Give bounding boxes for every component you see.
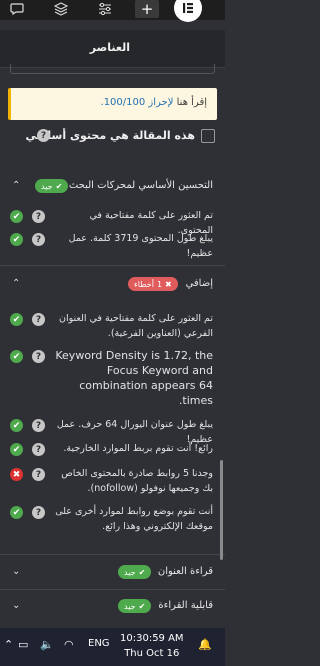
section-additional-header[interactable]: ⌃ ✖ 1 أخطاء إضافي <box>0 276 225 296</box>
result-item: ✔ ? تم العثور على كلمة مفتاحية في المحتو… <box>0 208 225 236</box>
status-badge: جيد ✔ <box>118 599 152 613</box>
error-badge: ✖ 1 أخطاء <box>128 277 178 291</box>
divider <box>0 554 225 555</box>
notice-text: إقرأ هنا لإحراز 100/100. <box>101 97 208 108</box>
add-element-button[interactable]: + <box>135 0 159 18</box>
clock-time: 10:30:59 AM <box>120 633 184 644</box>
status-badge: جيد ✔ <box>118 565 152 579</box>
panel-header: العناصر <box>0 30 225 68</box>
result-text: Keyword Density is 1.72, the Focus Keywo… <box>55 349 213 407</box>
error-icon: ✖ <box>10 468 23 481</box>
result-item: ✖ ? وجدنا 5 روابط صادرة بالمحتوى الخاص ب… <box>0 466 225 496</box>
help-icon[interactable]: ? <box>32 313 45 326</box>
help-icon[interactable]: ? <box>32 443 45 456</box>
check-icon: ✔ <box>10 210 23 223</box>
chevron-up-icon: ⌃ <box>12 180 21 191</box>
help-icon[interactable]: ? <box>32 419 45 432</box>
result-item: ✔ ? تم العثور على كلمة مفتاحية في العنوا… <box>0 311 225 341</box>
result-text: رائع! أنت تقوم بربط الموارد الخارجية. <box>63 443 213 454</box>
chevron-down-icon: ⌄ <box>12 600 21 611</box>
battery-icon[interactable]: ▭ <box>18 638 28 651</box>
chevron-down-icon: ⌄ <box>12 566 21 577</box>
check-icon: ✔ <box>10 350 23 363</box>
divider <box>0 265 225 266</box>
language-indicator[interactable]: ENG <box>88 638 110 649</box>
result-item: ✔ ? Keyword Density is 1.72, the Focus K… <box>0 348 225 410</box>
plus-icon: + <box>140 0 154 18</box>
section-title: قراءة العنوان <box>157 566 213 577</box>
cornerstone-checkbox[interactable] <box>201 129 215 143</box>
error-icon: ✖ <box>165 279 172 289</box>
check-icon: ✔ <box>10 419 23 432</box>
result-text: أنت تقوم بوضع روابط لموارد أخرى على موقع… <box>55 506 213 532</box>
check-icon: ✔ <box>138 567 146 577</box>
status-badge: جيد ✔ <box>35 179 69 193</box>
sliders-icon[interactable] <box>94 0 116 18</box>
help-icon[interactable]: ? <box>32 468 45 481</box>
help-icon[interactable]: ? <box>32 233 45 246</box>
section-title: قابلية القراءة <box>158 600 213 611</box>
result-item: ✔ ? رائع! أنت تقوم بربط الموارد الخارجية… <box>0 441 225 457</box>
clock-date: Thu Oct 16 <box>124 648 180 659</box>
chevron-up-icon: ⌃ <box>12 278 21 289</box>
wifi-icon[interactable]: ◠ <box>64 638 74 651</box>
check-icon: ✔ <box>10 443 23 456</box>
help-icon[interactable]: ? <box>32 350 45 363</box>
top-toolbar: + <box>0 0 225 22</box>
help-icon[interactable]: ? <box>32 210 45 223</box>
result-text: يبلغ طول المحتوى 3719 كلمة. عمل عظيم! <box>68 233 213 259</box>
layers-icon[interactable] <box>50 0 72 18</box>
divider <box>0 589 225 590</box>
notice-link[interactable]: لإحراز 100/100. <box>101 97 174 108</box>
check-icon: ✔ <box>55 181 63 191</box>
notice-prefix: إقرأ هنا <box>176 97 207 108</box>
os-taskbar: ⌃ ▭ 🔈 ◠ ENG 10:30:59 AM Thu Oct 16 🔔 <box>0 628 225 666</box>
check-icon: ✔ <box>10 506 23 519</box>
check-icon: ✔ <box>138 601 146 611</box>
cornerstone-label: هذه المقالة هي محتوى أساسي <box>25 129 195 142</box>
result-text: وجدنا 5 روابط صادرة بالمحتوى الخاص بك وج… <box>61 468 213 494</box>
speaker-icon[interactable]: 🔈 <box>40 638 54 651</box>
section-readability-header[interactable]: ⌄ جيد ✔ قابلية القراءة <box>0 598 225 618</box>
comment-icon[interactable] <box>6 0 28 18</box>
clock[interactable]: 10:30:59 AM Thu Oct 16 <box>120 631 184 661</box>
score-notice: إقرأ هنا لإحراز 100/100. <box>8 88 217 120</box>
notification-bell-icon[interactable]: 🔔 <box>198 638 212 651</box>
panel-scrollbar[interactable] <box>220 460 223 560</box>
chevron-up-icon[interactable]: ⌃ <box>4 638 13 651</box>
check-icon: ✔ <box>10 233 23 246</box>
collapsed-field-strip <box>10 64 215 74</box>
section-title: التحسين الأساسي لمحركات البحث <box>68 180 213 191</box>
help-icon[interactable]: ? <box>37 129 50 142</box>
cornerstone-row: هذه المقالة هي محتوى أساسي ? <box>15 128 215 146</box>
help-icon[interactable]: ? <box>32 506 45 519</box>
panel-title: العناصر <box>89 41 130 54</box>
elementor-logo-icon[interactable] <box>174 0 202 22</box>
result-item: ✔ ? يبلغ طول المحتوى 3719 كلمة. عمل عظيم… <box>0 231 225 259</box>
result-item: ✔ ? يبلغ طول عنوان اليورال 64 حرف. عمل ع… <box>0 417 225 445</box>
section-title: إضافي <box>185 278 213 289</box>
check-icon: ✔ <box>10 313 23 326</box>
section-title-readability-header[interactable]: ⌄ جيد ✔ قراءة العنوان <box>0 564 225 584</box>
section-basic-seo-header[interactable]: ⌃ جيد ✔ التحسين الأساسي لمحركات البحث <box>0 178 225 198</box>
result-text: تم العثور على كلمة مفتاحية في العنوان ال… <box>58 313 213 339</box>
result-item: ✔ ? أنت تقوم بوضع روابط لموارد أخرى على … <box>0 504 225 534</box>
